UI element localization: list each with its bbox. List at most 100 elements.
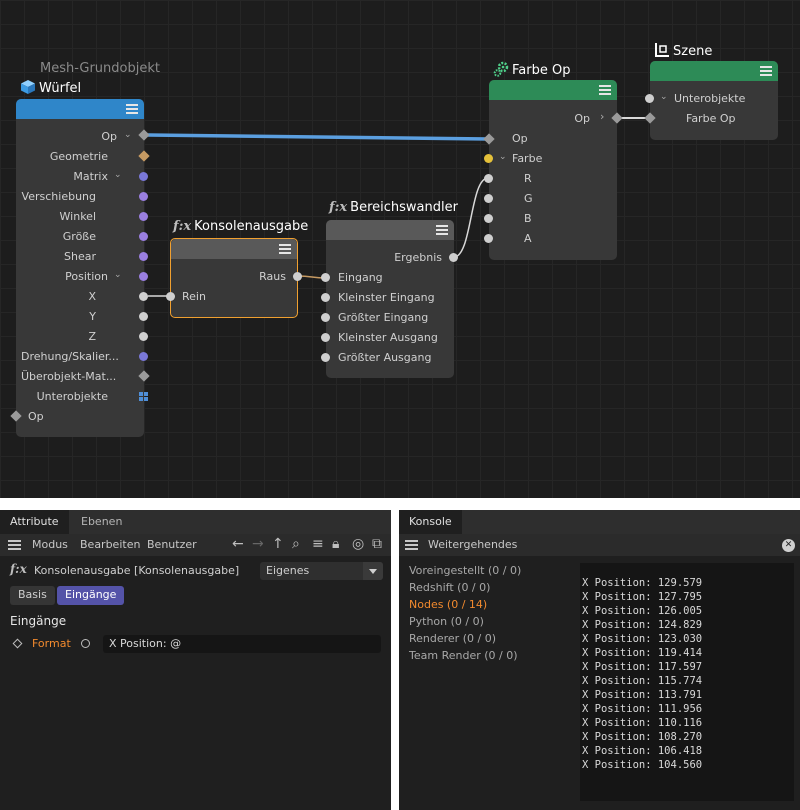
szene-title: Szene (654, 42, 712, 59)
console-line: X Position: 126.005 (582, 605, 703, 617)
farbe-op-node[interactable] (489, 80, 617, 260)
node-menu-icon[interactable] (279, 244, 291, 254)
console-line: X Position: 106.418 (582, 745, 703, 757)
console-output[interactable]: X Position: 129.579 X Position: 127.795 … (580, 563, 794, 801)
target-icon[interactable]: ◎ (352, 536, 364, 552)
port-farbe-input[interactable] (484, 154, 493, 163)
bereichswandler-node-header[interactable] (326, 220, 454, 240)
port-position-output[interactable] (139, 272, 148, 281)
hamburger-menu-icon[interactable] (405, 540, 418, 550)
port-y-output[interactable] (139, 312, 148, 321)
port-kleinster-eingang-input[interactable] (321, 293, 330, 302)
menu-bearbeiten[interactable]: Bearbeiten (80, 538, 140, 551)
console-line: X Position: 119.414 (582, 647, 703, 659)
close-icon[interactable]: ✕ (782, 539, 795, 552)
port-ueberobjekt: Überobjekt-Mat... (21, 370, 117, 383)
console-line: X Position: 113.791 (582, 689, 703, 701)
port-x-output[interactable] (139, 292, 148, 301)
port-winkel-output[interactable] (139, 212, 148, 221)
node-menu-icon[interactable] (126, 104, 138, 114)
port-eingang-input[interactable] (321, 273, 330, 282)
tab-konsole[interactable]: Konsole (399, 510, 462, 534)
menu-benutzer[interactable]: Benutzer (147, 538, 197, 551)
port-matrix-output[interactable] (139, 172, 148, 181)
port-szene-farbe-op: Farbe Op (686, 112, 736, 125)
farbe-op-title-text: Farbe Op (512, 63, 571, 78)
menu-weitergehendes[interactable]: Weitergehendes (428, 538, 517, 551)
port-verschiebung-output[interactable] (139, 192, 148, 201)
console-line: X Position: 127.795 (582, 591, 703, 603)
port-raus: Raus (259, 270, 286, 283)
port-z-output[interactable] (139, 332, 148, 341)
tab-ebenen[interactable]: Ebenen (71, 510, 132, 534)
eingaenge-button[interactable]: Eingänge (57, 586, 125, 605)
konsolenausgabe-node-header[interactable] (171, 239, 297, 259)
node-menu-icon[interactable] (599, 85, 611, 95)
console-line: X Position: 104.560 (582, 759, 703, 771)
port-b-input[interactable] (484, 214, 493, 223)
port-ergebnis-output[interactable] (449, 253, 458, 262)
tab-attribute[interactable]: Attribute (0, 510, 69, 534)
node-menu-icon[interactable] (760, 66, 772, 76)
basis-button[interactable]: Basis (10, 586, 55, 605)
port-g-input[interactable] (484, 194, 493, 203)
console-line: X Position: 115.774 (582, 675, 703, 687)
new-window-icon[interactable]: ⧉ (372, 536, 382, 552)
port-rein-input[interactable] (166, 292, 175, 301)
object-label: Konsolenausgabe [Konsolenausgabe] (34, 564, 240, 577)
console-line: X Position: 108.270 (582, 731, 703, 743)
port-shear-output[interactable] (139, 252, 148, 261)
port-unterobjekte-output[interactable] (139, 392, 148, 401)
szene-node-header[interactable] (650, 61, 778, 81)
chevron-down-icon[interactable]: ⌄ (660, 92, 668, 102)
port-farbe-op-op: Op (574, 112, 590, 125)
chevron-down-icon[interactable]: ⌄ (124, 130, 132, 140)
chevron-down-icon[interactable]: ⌄ (114, 170, 122, 180)
console-line: X Position: 129.579 (582, 577, 703, 589)
search-icon[interactable]: ⌕ (292, 536, 300, 552)
arrow-left-icon[interactable]: ← (232, 536, 244, 552)
port-groesse-output[interactable] (139, 232, 148, 241)
console-line: X Position: 124.829 (582, 619, 703, 631)
category-redshift[interactable]: Redshift (0 / 0) (409, 581, 490, 594)
port-raus-output[interactable] (293, 272, 302, 281)
port-drehung-output[interactable] (139, 352, 148, 361)
port-szene-unterobjekte-input[interactable] (645, 94, 654, 103)
mode-dropdown[interactable]: Eigenes (260, 562, 383, 580)
console-line: X Position: 111.956 (582, 703, 703, 715)
bereichswandler-title-text: Bereichswandler (350, 200, 458, 215)
port-x: X (88, 290, 96, 303)
hamburger-menu-icon[interactable] (8, 540, 21, 550)
chevron-right-icon[interactable]: › (600, 110, 604, 123)
lock-icon[interactable]: 🔒︎ (332, 536, 339, 552)
wire-ergebnis-to-r (453, 177, 489, 258)
category-renderer[interactable]: Renderer (0 / 0) (409, 632, 496, 645)
port-groesster-ausgang-input[interactable] (321, 353, 330, 362)
wuerfel-node-header[interactable] (16, 99, 144, 119)
node-menu-icon[interactable] (436, 225, 448, 235)
farbe-op-node-header[interactable] (489, 80, 617, 100)
port-r-input[interactable] (484, 174, 493, 183)
format-label: Format (32, 637, 71, 650)
category-nodes[interactable]: Nodes (0 / 14) (409, 598, 487, 611)
chevron-down-icon[interactable]: ⌄ (114, 270, 122, 280)
keyframe-icon[interactable] (12, 638, 23, 649)
format-input[interactable]: X Position: @ (103, 635, 381, 653)
port-groesster-eingang-input[interactable] (321, 313, 330, 322)
category-team-render[interactable]: Team Render (0 / 0) (409, 649, 518, 662)
category-voreingestellt[interactable]: Voreingestellt (0 / 0) (409, 564, 521, 577)
port-kleinster-ausgang-input[interactable] (321, 333, 330, 342)
port-a-input[interactable] (484, 234, 493, 243)
chevron-down-icon[interactable]: ⌄ (499, 152, 507, 162)
radio-icon[interactable] (81, 639, 90, 648)
arrow-up-icon[interactable]: ↑ (272, 536, 284, 552)
category-python[interactable]: Python (0 / 0) (409, 615, 484, 628)
port-r: R (524, 172, 532, 185)
bereichswandler-title: f:x Bereichswandler (329, 200, 458, 215)
chevron-down-icon[interactable] (363, 562, 383, 580)
filter-icon[interactable]: ≡ (312, 536, 324, 552)
node-editor[interactable]: Mesh-Grundobjekt Würfel Op ⌄ Geometrie M… (0, 0, 800, 498)
arrow-right-icon[interactable]: → (252, 536, 264, 552)
console-line: X Position: 110.116 (582, 717, 703, 729)
menu-modus[interactable]: Modus (32, 538, 68, 551)
